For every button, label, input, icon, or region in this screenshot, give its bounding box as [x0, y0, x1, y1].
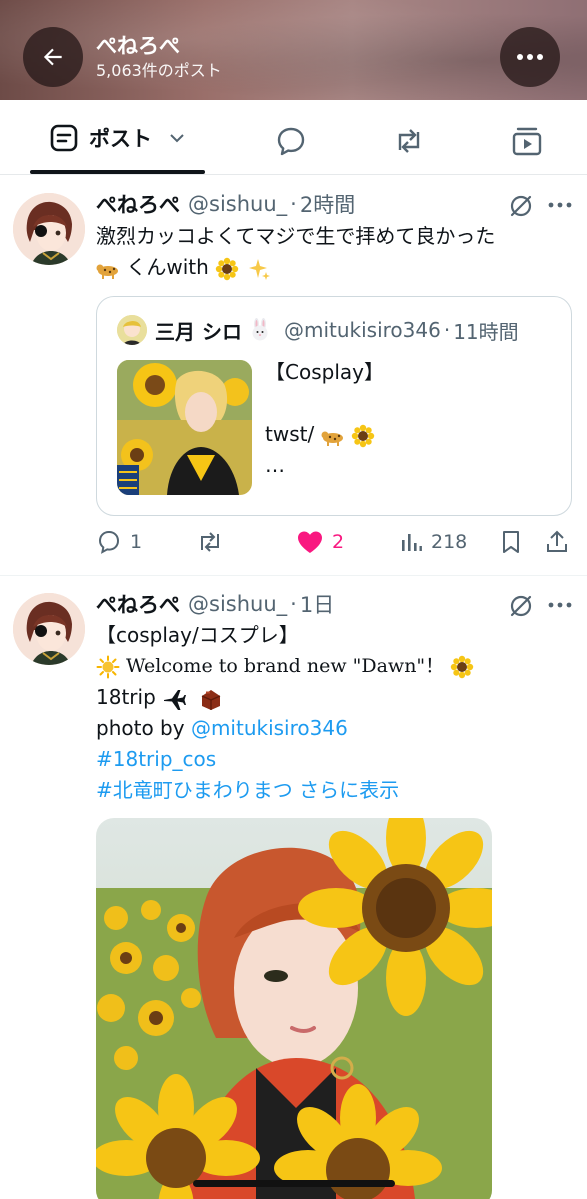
tweet-timestamp[interactable]: 1日: [300, 589, 334, 619]
tweet-author-handle[interactable]: @sishuu_: [188, 592, 287, 616]
tweet[interactable]: ぺねろぺ @sishuu_ · 1日 【cosplay/コスプレ】 Welcom…: [0, 0, 587, 1199]
avatar[interactable]: [13, 593, 85, 665]
tweet-text-line: 18trip: [96, 682, 222, 713]
hashtag-link[interactable]: #北竜町ひまわりまつ: [96, 778, 293, 802]
tweet-text-fragment: Welcome to brand new "Dawn"！: [126, 655, 445, 677]
tweet-text-fragment: photo by: [96, 716, 191, 740]
hashtag-link[interactable]: #18trip_cos: [96, 744, 216, 775]
more-options-icon[interactable]: [548, 601, 572, 609]
tweet-text-line: photo by @mitukisiro346: [96, 713, 348, 744]
airplane-emoji-icon: [164, 689, 187, 710]
cosplay-sunflower-photo: [96, 818, 492, 1199]
grok-icon[interactable]: [508, 593, 534, 619]
mention-link[interactable]: @mitukisiro346: [191, 716, 348, 740]
tweet-text-line: Welcome to brand new "Dawn"！: [96, 651, 474, 682]
tweet-header: ぺねろぺ @sishuu_ · 1日: [96, 590, 334, 618]
tweet-author-name[interactable]: ぺねろぺ: [96, 589, 180, 619]
show-more-link[interactable]: さらに表示: [299, 778, 399, 802]
tweet-text-line: #北竜町ひまわりまつ さらに表示: [96, 775, 399, 806]
tweet-media-photo[interactable]: [96, 818, 492, 1199]
tweet-text-fragment: 18trip: [96, 685, 156, 709]
tweet-text-line: 【cosplay/コスプレ】: [96, 623, 299, 647]
home-indicator: [193, 1180, 395, 1187]
avatar-image: [13, 593, 85, 665]
sun-emoji-icon: [96, 655, 120, 679]
luggage-emoji-icon: [202, 689, 221, 710]
sunflower-emoji-icon: [451, 655, 474, 679]
separator-dot: ·: [290, 592, 297, 616]
